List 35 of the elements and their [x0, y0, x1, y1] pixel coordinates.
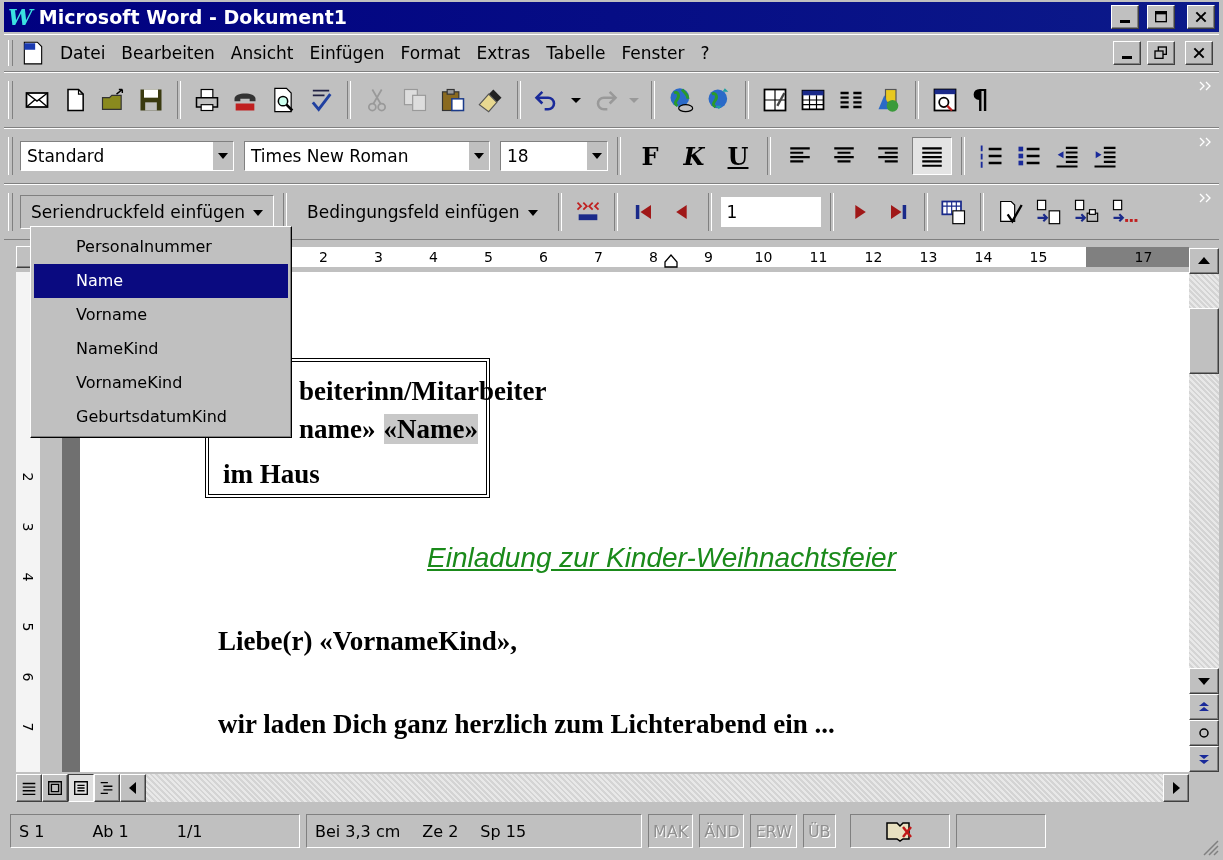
ruler-number: 15 — [1029, 249, 1048, 265]
ruler-number: 3 — [20, 522, 36, 532]
ruler-number: 6 — [539, 249, 548, 265]
address-text: im Haus — [223, 459, 320, 489]
page-count: 1/1 — [176, 821, 203, 841]
ruler-number: 4 — [429, 249, 438, 265]
ruler-number: 8 — [649, 249, 658, 265]
ruler-number: 2 — [319, 249, 328, 265]
section-indicator: Ab 1 — [92, 821, 129, 841]
ruler-number: 5 — [484, 249, 493, 265]
position-indicator: Bei 3,3 cm — [315, 821, 401, 841]
ruler-number: 11 — [809, 249, 828, 265]
ruler-number: 7 — [594, 249, 603, 265]
line-indicator: Ze 2 — [422, 821, 459, 841]
ruler-number: 4 — [20, 572, 36, 582]
window-title: Microsoft Word - Dokument1 — [38, 6, 348, 28]
salutation-text: Liebe(r) «VornameKind», — [218, 626, 518, 657]
ruler-number: 13 — [919, 249, 938, 265]
document-heading: Einladung zur Kinder-Weihnachtsfeier — [426, 542, 898, 574]
column-indicator: Sp 15 — [480, 821, 527, 841]
ruler-number: 2 — [20, 472, 36, 482]
ruler-number: 3 — [374, 249, 383, 265]
ruler-number: 12 — [864, 249, 883, 265]
ruler-number: 14 — [974, 249, 993, 265]
ruler-number: 7 — [20, 722, 36, 732]
address-text: name» — [299, 414, 376, 444]
ruler-number: 6 — [20, 672, 36, 682]
ruler-number: 5 — [20, 622, 36, 632]
merge-field: «Name» — [383, 414, 478, 444]
ruler-number: 9 — [704, 249, 713, 265]
ruler-number: 17 — [1134, 249, 1153, 265]
ruler-number: 10 — [754, 249, 773, 265]
app-logo: W — [8, 4, 33, 30]
body-text: wir laden Dich ganz herzlich zum Lichterabend ein ... — [218, 709, 836, 740]
page-indicator: S 1 — [19, 821, 45, 841]
